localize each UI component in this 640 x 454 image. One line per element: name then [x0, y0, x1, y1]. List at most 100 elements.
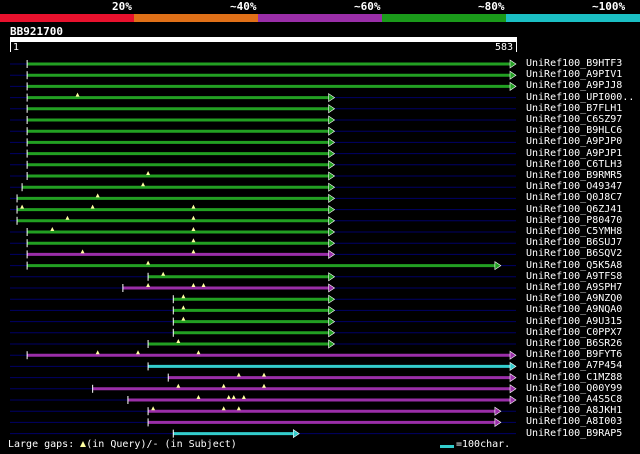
hit-label[interactable]: UniRef100_A9TFS8 — [526, 271, 622, 282]
hit-end-arrow-icon — [328, 93, 336, 103]
hit-end-arrow-icon — [328, 205, 336, 215]
hit-label[interactable]: UniRef100_B6SQV2 — [526, 249, 622, 259]
hit-label[interactable]: UniRef100_A9NZQ0 — [526, 294, 622, 304]
hit-label[interactable]: UniRef100_Q6ZJ41 — [526, 204, 622, 215]
hit-end-arrow-icon — [328, 238, 336, 248]
gap-marker-icon — [196, 395, 201, 399]
gap-marker-icon — [141, 182, 146, 187]
hit-label[interactable]: UniRef100_Q5K5A8 — [526, 260, 622, 271]
hit-end-arrow-icon — [328, 305, 336, 315]
hit-end-arrow-icon — [494, 406, 502, 416]
hit-label[interactable]: UniRef100_Q0J8C7 — [526, 193, 622, 203]
gap-marker-icon — [191, 283, 196, 287]
gap-marker-icon — [231, 395, 236, 399]
gap-marker-icon — [201, 283, 206, 287]
hit-end-arrow-icon — [328, 339, 336, 349]
hit-label[interactable]: UniRef100_B9HTF3 — [526, 59, 622, 69]
hit-label[interactable]: UniRef100_A4S5C8 — [526, 395, 622, 405]
hit-end-arrow-icon — [328, 193, 336, 203]
gap-marker-icon — [191, 249, 196, 254]
gap-marker-icon — [161, 271, 166, 276]
gap-marker-icon — [50, 227, 55, 231]
hit-label[interactable]: UniRef100_A7P454 — [526, 361, 622, 371]
gap-marker-icon — [191, 215, 196, 220]
hit-label[interactable]: UniRef100_B9RAP5 — [526, 428, 622, 439]
hit-label[interactable]: UniRef100_C1MZ88 — [526, 372, 622, 383]
gap-marker-icon — [176, 339, 181, 343]
hit-label[interactable]: UniRef100_A9SPH7 — [526, 283, 622, 293]
hit-label[interactable]: UniRef100_C6SZ97 — [526, 115, 622, 125]
gap-marker-icon — [65, 215, 70, 220]
hit-label[interactable]: UniRef100_A8I003 — [526, 417, 622, 427]
hit-label[interactable]: UniRef100_Q00Y99 — [526, 383, 622, 394]
hit-end-arrow-icon — [509, 81, 517, 91]
hit-end-arrow-icon — [328, 126, 336, 136]
gap-marker-icon — [146, 260, 151, 265]
gap-marker-icon — [196, 350, 201, 355]
hit-end-arrow-icon — [509, 373, 517, 383]
gap-marker-icon — [236, 372, 241, 377]
scale-legend-text: =100char. — [456, 439, 511, 450]
gap-marker-icon — [151, 406, 156, 411]
hit-end-arrow-icon — [509, 384, 517, 394]
gap-marker-icon — [146, 171, 151, 175]
hit-end-arrow-icon — [328, 283, 336, 293]
hit-label[interactable]: UniRef100_P80470 — [526, 215, 622, 226]
gap-marker-icon — [90, 204, 95, 209]
hit-label[interactable]: UniRef100_UPI000.. — [526, 92, 634, 103]
hit-label[interactable]: UniRef100_A9PJP1 — [526, 148, 622, 159]
hit-label[interactable]: UniRef100_A9PJJ8 — [526, 81, 622, 91]
hit-end-arrow-icon — [509, 395, 517, 405]
hit-end-arrow-icon — [328, 328, 336, 338]
gap-marker-icon — [191, 204, 196, 209]
hit-end-arrow-icon — [509, 70, 517, 80]
gap-marker-icon — [20, 204, 25, 209]
hit-label[interactable]: UniRef100_A9PIV1 — [526, 70, 622, 80]
in-subject-text: - (in Subject) — [152, 439, 237, 450]
hit-label[interactable]: UniRef100_A9NQA0 — [526, 305, 622, 315]
hit-label[interactable]: UniRef100_C0PPX7 — [526, 327, 622, 338]
gap-marker-icon — [262, 372, 266, 377]
hit-end-arrow-icon — [328, 216, 336, 226]
hit-label[interactable]: UniRef100_B6SR26 — [526, 339, 622, 349]
gap-marker-icon — [191, 238, 196, 243]
large-gaps-prefix: Large gaps: — [8, 439, 75, 450]
hit-end-arrow-icon — [328, 294, 336, 304]
hit-label[interactable]: UniRef100_A9U315 — [526, 316, 622, 327]
hit-label[interactable]: UniRef100_A9PJP0 — [526, 137, 622, 147]
hit-end-arrow-icon — [328, 104, 336, 114]
hit-label[interactable]: UniRef100_C6TLH3 — [526, 159, 622, 170]
hit-end-arrow-icon — [328, 317, 336, 327]
gap-marker-icon — [181, 316, 186, 321]
hit-end-arrow-icon — [494, 261, 502, 271]
hit-end-arrow-icon — [328, 149, 336, 159]
hit-label[interactable]: UniRef100_B6SUJ7 — [526, 238, 622, 248]
hit-label[interactable]: UniRef100_B9RMR5 — [526, 171, 622, 181]
hit-label[interactable]: UniRef100_B7FLH1 — [526, 103, 622, 114]
hit-end-arrow-icon — [328, 160, 336, 170]
hit-end-arrow-icon — [328, 171, 336, 181]
hit-end-arrow-icon — [328, 182, 336, 192]
footer-legend: Large gaps: (in Query)/- (in Subject) — [8, 439, 237, 450]
hit-end-arrow-icon — [494, 417, 502, 427]
hit-label[interactable]: UniRef100_B9HLC6 — [526, 126, 622, 136]
hit-end-arrow-icon — [509, 361, 517, 371]
gap-marker-icon — [181, 294, 186, 299]
gap-marker-icon — [262, 383, 266, 388]
gap-marker-icon — [221, 406, 226, 411]
gap-marker-icon — [241, 395, 246, 399]
hit-end-arrow-icon — [328, 249, 336, 259]
hit-label[interactable]: UniRef100_A8JKH1 — [526, 406, 622, 416]
gap-marker-icon — [191, 227, 196, 231]
hit-label[interactable]: UniRef100_B9FYT6 — [526, 350, 622, 360]
gap-marker-icon — [221, 383, 226, 388]
gap-marker-icon — [236, 406, 241, 411]
hit-label[interactable]: UniRef100_O49347 — [526, 182, 622, 192]
gap-marker-icon — [146, 283, 151, 287]
hit-end-arrow-icon — [328, 137, 336, 147]
hit-end-arrow-icon — [328, 227, 336, 237]
hit-end-arrow-icon — [328, 272, 336, 282]
scale-legend-bar — [440, 445, 454, 448]
hit-label[interactable]: UniRef100_C5YMH8 — [526, 227, 622, 237]
gap-marker-icon — [95, 193, 100, 198]
